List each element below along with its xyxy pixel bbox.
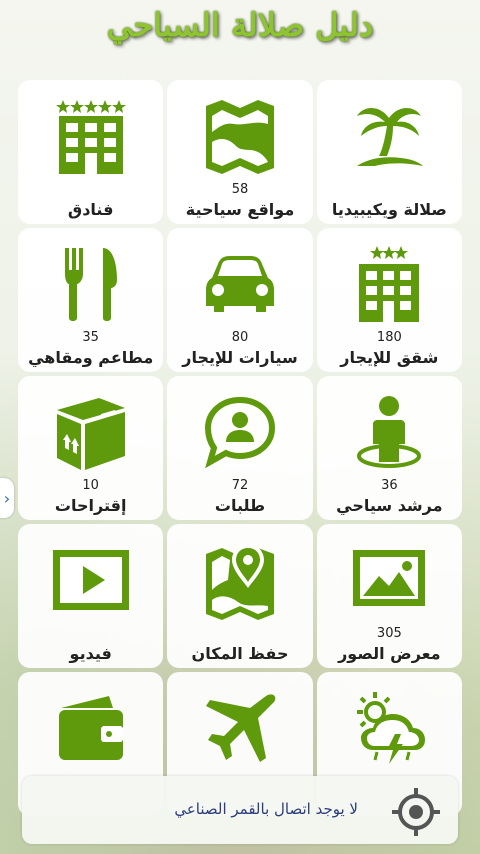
tile-count: 72 [231, 478, 249, 493]
hotel-icon [55, 100, 126, 174]
tile-label: طلبات [214, 496, 266, 515]
apartment-icon [359, 246, 420, 322]
chevron-right-icon: › [3, 488, 11, 508]
wallet-icon [58, 696, 123, 760]
tile-count: 80 [231, 330, 249, 345]
tile-label: فيديو [69, 644, 112, 663]
gps-status-message: لا يوجد اتصال بالقمر الصناعي [174, 800, 358, 818]
tile-label: صلالة ويكيبيديا [331, 200, 447, 219]
tile-requests[interactable]: 72 طلبات [167, 376, 313, 520]
airplane-icon [206, 694, 276, 762]
tile-save-place[interactable]: حفظ المكان [167, 524, 313, 668]
side-drawer-handle[interactable]: › [0, 478, 14, 518]
tile-label: حفظ المكان [191, 644, 289, 663]
weather-icon [357, 692, 426, 764]
image-gallery-icon [353, 550, 426, 606]
gps-status-bar: لا يوجد اتصال بالقمر الصناعي [22, 776, 458, 844]
tile-count: 180 [376, 330, 402, 345]
tile-tourist-sites[interactable]: 58 مواقع سياحية [167, 80, 313, 224]
tile-tour-guide[interactable]: 36 مرشد سياحي [316, 376, 462, 520]
tile-restaurants[interactable]: 35 مطاعم ومقاهي [18, 228, 164, 372]
palm-tree-icon [357, 108, 424, 166]
menu-grid: صلالة ويكيبيديا 58 مواقع سياحية فنادق 18… [18, 80, 462, 820]
gps-target-icon[interactable] [390, 786, 442, 838]
tile-count: 10 [82, 478, 99, 493]
tile-count: 305 [376, 626, 402, 641]
tile-hotels[interactable]: فنادق [18, 80, 164, 224]
tile-label: معرض الصور [338, 644, 441, 663]
tile-photo-gallery[interactable]: 305 معرض الصور [316, 524, 462, 668]
tile-video[interactable]: فيديو [18, 524, 164, 668]
chat-user-icon [204, 396, 276, 469]
tile-label: شقق للإيجار [340, 348, 439, 367]
tile-car-rental[interactable]: 80 سيارات للإيجار [167, 228, 313, 372]
tile-count: 36 [381, 478, 398, 493]
tile-suggestions[interactable]: 10 إقتراحات [18, 376, 164, 520]
tile-label: مطاعم ومقاهي [28, 348, 154, 367]
map-icon [206, 100, 274, 174]
app-title: دليل صلالة السياحي [106, 6, 374, 44]
video-icon [52, 550, 129, 610]
tile-count: 58 [231, 182, 249, 197]
box-icon [56, 398, 125, 470]
tile-apartments[interactable]: 180 شقق للإيجار [316, 228, 462, 372]
map-pin-icon [206, 544, 274, 620]
tile-label: مواقع سياحية [185, 200, 295, 219]
fork-knife-icon [64, 248, 117, 321]
tour-guide-icon [357, 396, 422, 468]
tile-label: إقتراحات [54, 496, 127, 515]
tile-wikipedia[interactable]: صلالة ويكيبيديا [316, 80, 462, 224]
tile-label: مرشد سياحي [336, 496, 443, 515]
tile-label: سيارات للإيجار [182, 348, 298, 367]
tile-label: فنادق [67, 200, 114, 219]
tile-count: 35 [82, 330, 99, 345]
car-icon [206, 256, 274, 312]
